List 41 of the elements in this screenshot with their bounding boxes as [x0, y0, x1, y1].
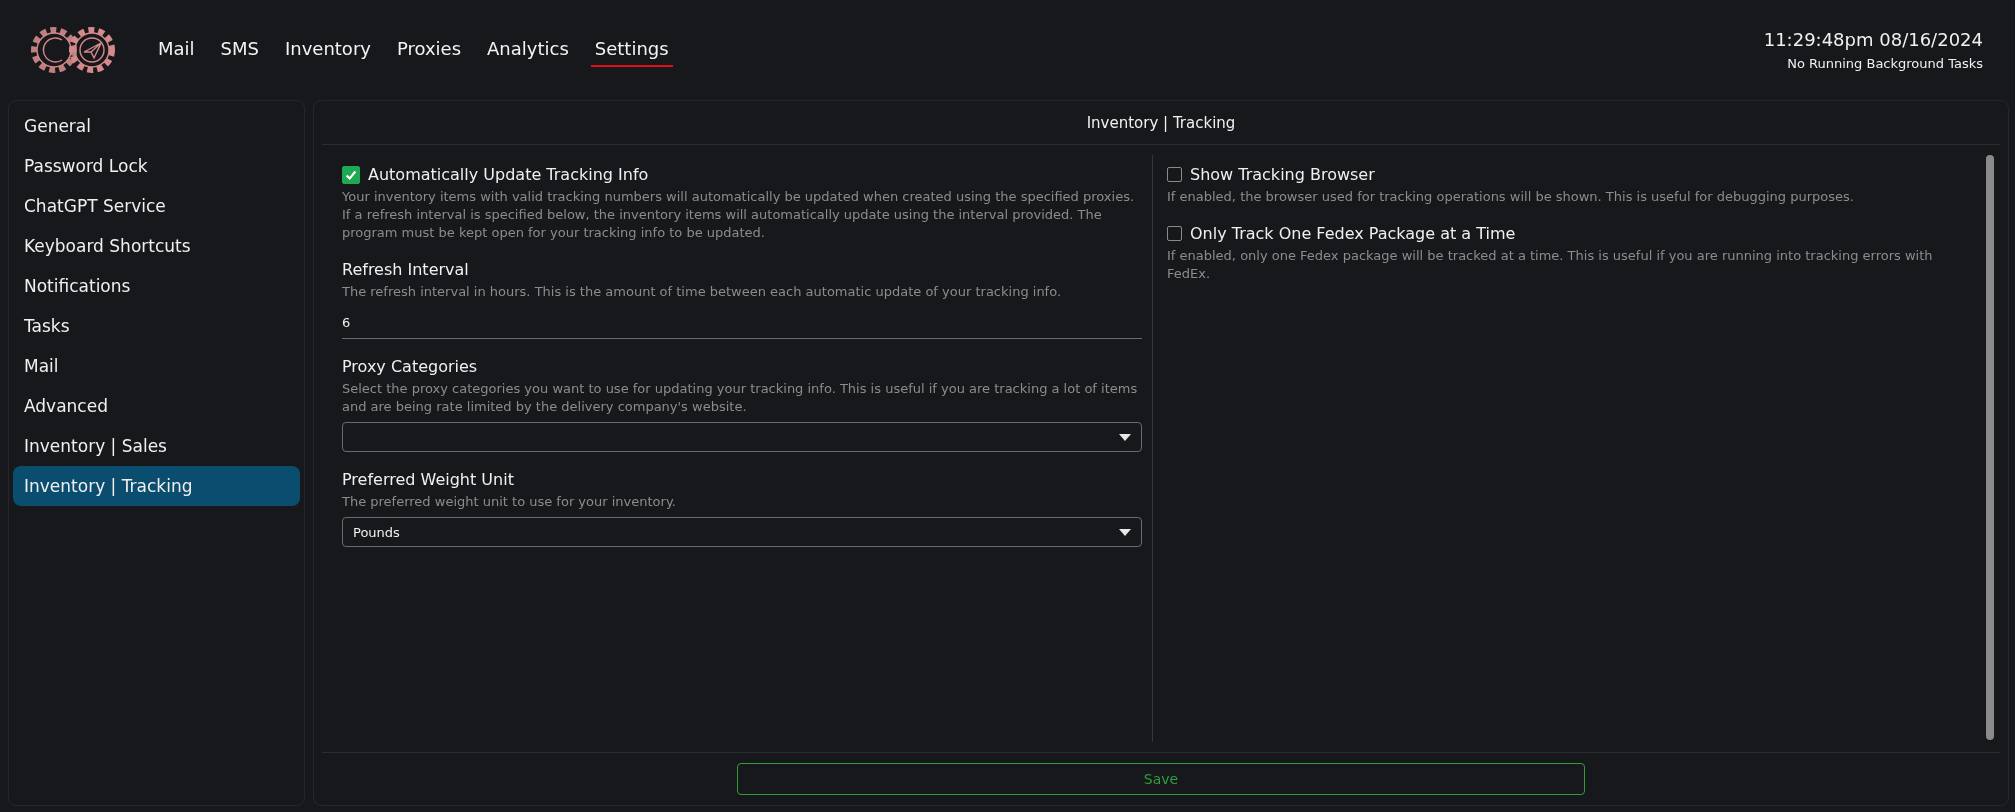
setting-description: If enabled, only one Fedex package will be tracked at a time. This is useful if you are running into tracking errors with FedEx.: [1167, 247, 1934, 283]
nav-tab[interactable]: Analytics: [483, 33, 573, 67]
nav-tab[interactable]: Settings: [590, 33, 673, 67]
setting-label: Refresh Interval: [342, 260, 470, 279]
sidebar-item[interactable]: Advanced: [13, 386, 300, 426]
dropdown-select[interactable]: [342, 422, 1142, 452]
scrollbar[interactable]: [1986, 155, 1994, 740]
setting-label: Proxy Categories: [342, 357, 479, 376]
setting-description: The preferred weight unit to use for your inventory.: [342, 493, 677, 511]
sidebar-item[interactable]: Mail: [13, 346, 300, 386]
setting-description: Your inventory items with valid tracking numbers will automatically be updated when created using the specified proxies. If a refresh interval is specified below, the inventory items will automatically update using the interval provided. The program must be kept open for your tracking info to be updated.: [342, 188, 1136, 242]
sidebar-item[interactable]: ChatGPT Service: [13, 186, 300, 226]
save-button[interactable]: Save: [737, 763, 1585, 795]
checkbox[interactable]: [342, 165, 360, 184]
caret-icon: [1119, 433, 1131, 441]
setting-description: If enabled, the browser used for tracking operations will be shown. This is useful for debugging purposes.: [1167, 188, 1855, 206]
nav-tab[interactable]: Mail: [154, 33, 199, 67]
caret-icon: [1119, 528, 1131, 536]
setting-description: The refresh interval in hours. This is the amount of time between each automatic update of your tracking info.: [342, 283, 1063, 301]
sidebar-item[interactable]: Inventory | Tracking: [13, 466, 300, 506]
sidebar-item[interactable]: Keyboard Shortcuts: [13, 226, 300, 266]
sidebar-item[interactable]: Password Lock: [13, 146, 300, 186]
setting-label: Automatically Update Tracking Info: [368, 165, 649, 184]
dropdown-select[interactable]: Pounds: [342, 517, 1142, 547]
setting-label: Only Track One Fedex Package at a Time: [1190, 224, 1516, 243]
checkbox[interactable]: [1167, 167, 1182, 182]
panel-title: Inventory | Tracking: [322, 101, 2000, 145]
sidebar-item[interactable]: Inventory | Sales: [13, 426, 300, 466]
sidebar-item[interactable]: Notifications: [13, 266, 300, 306]
checkbox[interactable]: [1167, 226, 1182, 241]
setting-description: Select the proxy categories you want to use for updating your tracking info. This is useful if you are tracking a lot of items and are being rate limited by the delivery company's website.: [342, 380, 1139, 416]
number-input-field[interactable]: 6: [342, 305, 1142, 339]
setting-label: Preferred Weight Unit: [342, 470, 515, 489]
sidebar-item[interactable]: General: [13, 106, 300, 146]
nav-tab[interactable]: Inventory: [280, 33, 375, 67]
nav-tab[interactable]: SMS: [216, 33, 263, 67]
setting-label: Show Tracking Browser: [1190, 165, 1375, 184]
background-tasks-status: No Running Background Tasks: [1787, 56, 1983, 71]
nav-tab[interactable]: Proxies: [392, 33, 466, 67]
sidebar-item[interactable]: Tasks: [13, 306, 300, 346]
clock-time: 11:29:48pm 08/16/2024: [1763, 29, 1983, 50]
